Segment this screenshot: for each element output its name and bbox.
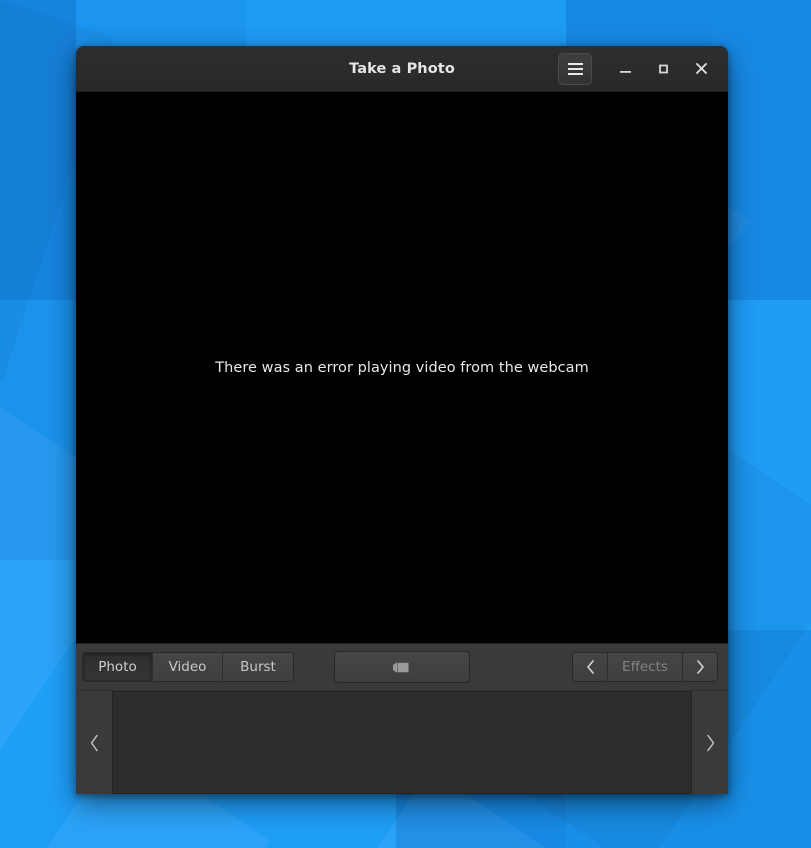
thumbnail-tray[interactable] — [112, 691, 692, 794]
chevron-right-icon — [696, 660, 705, 674]
wallpaper-facet — [76, 794, 396, 848]
maximize-icon — [657, 62, 670, 75]
thumbnail-filmstrip — [76, 690, 728, 794]
effects-prev-button[interactable] — [573, 653, 607, 681]
webcam-error-message: There was an error playing video from th… — [215, 359, 589, 376]
menu-button[interactable] — [558, 52, 592, 85]
effects-next-button[interactable] — [683, 653, 717, 681]
wallpaper-facet — [0, 0, 76, 848]
close-icon — [695, 62, 708, 75]
wallpaper-facet — [0, 560, 76, 848]
take-photo-button[interactable] — [334, 651, 470, 683]
cheese-application-window: Take a Photo There was an error playing … — [76, 46, 728, 794]
mode-button-photo[interactable]: Photo — [83, 653, 153, 681]
webcam-preview-area: There was an error playing video from th… — [76, 92, 728, 643]
minimize-icon — [619, 62, 632, 75]
mode-button-video[interactable]: Video — [153, 653, 223, 681]
titlebar[interactable]: Take a Photo — [76, 46, 728, 92]
capture-mode-group: Photo Video Burst — [82, 652, 294, 682]
camcorder-icon — [392, 661, 412, 674]
chevron-left-icon — [586, 660, 595, 674]
chevron-right-icon — [705, 734, 716, 752]
desktop-background: Take a Photo There was an error playing … — [0, 0, 811, 848]
titlebar-controls — [558, 52, 720, 85]
filmstrip-next-button[interactable] — [692, 691, 728, 794]
wallpaper-facet — [396, 794, 566, 848]
mode-button-burst[interactable]: Burst — [223, 653, 293, 681]
close-button[interactable] — [682, 54, 720, 84]
effects-label[interactable]: Effects — [607, 653, 683, 681]
chevron-left-icon — [89, 734, 100, 752]
wallpaper-facet — [0, 300, 76, 560]
mode-toolbar: Photo Video Burst Effects — [76, 643, 728, 690]
filmstrip-prev-button[interactable] — [76, 691, 112, 794]
minimize-button[interactable] — [606, 54, 644, 84]
maximize-button[interactable] — [644, 54, 682, 84]
hamburger-menu-icon — [567, 62, 583, 75]
effects-control-group: Effects — [572, 652, 718, 682]
